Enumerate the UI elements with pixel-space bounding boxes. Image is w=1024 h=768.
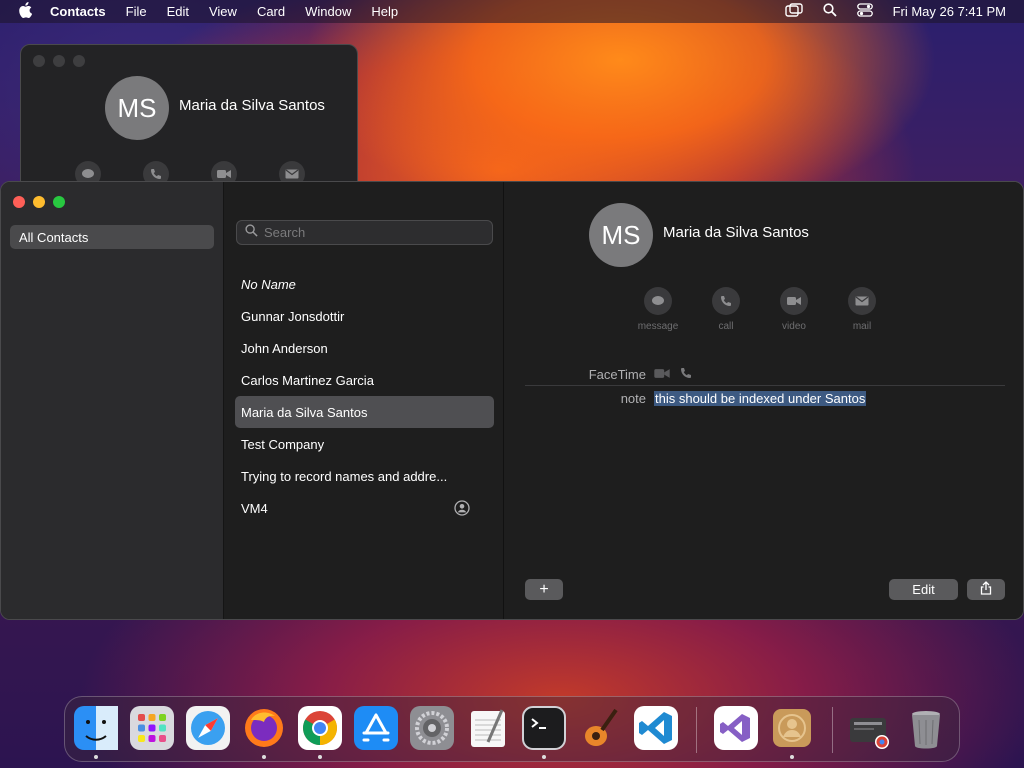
firefox-icon[interactable]: [242, 706, 286, 750]
contact-name: VM4: [241, 500, 268, 516]
finder-icon[interactable]: [74, 706, 118, 750]
note-row: note this should be indexed under Santos: [525, 388, 1005, 408]
menu-edit[interactable]: Edit: [167, 4, 189, 19]
zoom-button[interactable]: [53, 196, 65, 208]
contact-name: Maria da Silva Santos: [179, 97, 325, 114]
facetime-row: FaceTime: [525, 364, 1005, 384]
facetime-video-icon[interactable]: [654, 367, 670, 382]
search-input[interactable]: [264, 225, 474, 240]
window-switcher-icon[interactable]: [784, 3, 803, 20]
control-center-icon[interactable]: [856, 3, 873, 20]
contacts-window: All Contacts No Name Gunnar Jonsdottir J…: [0, 181, 1024, 620]
trash-icon[interactable]: [904, 706, 948, 750]
list-item[interactable]: Carlos Martinez Garcia: [235, 364, 494, 396]
search-icon: [245, 223, 258, 242]
close-button[interactable]: [13, 196, 25, 208]
video-icon: [780, 287, 808, 315]
edit-button[interactable]: Edit: [889, 579, 958, 600]
avatar: MS: [589, 203, 653, 267]
window-controls: [13, 196, 65, 208]
garageband-icon[interactable]: [578, 706, 622, 750]
contact-list-pane: No Name Gunnar Jonsdottir John Anderson …: [225, 182, 504, 619]
avatar: MS: [105, 76, 169, 140]
spotlight-search-icon[interactable]: [822, 3, 837, 20]
me-card-icon: [454, 500, 470, 519]
sidebar-item-all-contacts[interactable]: All Contacts: [10, 225, 214, 249]
video-button[interactable]: video: [771, 287, 817, 332]
chrome-icon[interactable]: [298, 706, 342, 750]
video-label: video: [782, 321, 806, 332]
note-field[interactable]: this should be indexed under Santos: [654, 390, 867, 406]
dock-separator: [696, 707, 697, 753]
zoom-button[interactable]: [73, 55, 85, 67]
sidebar: All Contacts: [1, 182, 224, 619]
running-indicator: [94, 755, 98, 759]
facetime-label: FaceTime: [588, 366, 646, 382]
minimize-button[interactable]: [53, 55, 65, 67]
share-button[interactable]: [967, 579, 1005, 600]
call-button[interactable]: call: [703, 287, 749, 332]
menu-view[interactable]: View: [209, 4, 237, 19]
running-indicator: [542, 755, 546, 759]
facetime-audio-icon[interactable]: [680, 367, 692, 382]
mail-icon: [848, 287, 876, 315]
visual-studio-icon[interactable]: [714, 706, 758, 750]
launchpad-icon[interactable]: [130, 706, 174, 750]
dock-separator: [832, 707, 833, 753]
contacts-app-icon[interactable]: [770, 706, 814, 750]
inactive-window-controls: [33, 55, 85, 67]
list-item-me[interactable]: VM4: [235, 492, 494, 524]
running-indicator: [790, 755, 794, 759]
list-item[interactable]: No Name: [235, 268, 494, 300]
list-item[interactable]: Trying to record names and addre...: [235, 460, 494, 492]
share-icon: [980, 581, 992, 598]
list-item[interactable]: Gunnar Jonsdottir: [235, 300, 494, 332]
system-settings-icon[interactable]: [410, 706, 454, 750]
menu-bar: Contacts File Edit View Card Window Help…: [0, 0, 1024, 23]
add-contact-button[interactable]: +: [525, 579, 563, 600]
contact-name: Maria da Silva Santos: [663, 224, 809, 241]
search-field[interactable]: [236, 220, 493, 245]
running-indicator: [318, 755, 322, 759]
list-item-selected[interactable]: Maria da Silva Santos: [235, 396, 494, 428]
vscode-icon[interactable]: [634, 706, 678, 750]
minimize-button[interactable]: [33, 196, 45, 208]
menubar-clock[interactable]: Fri May 26 7:41 PM: [893, 4, 1006, 19]
terminal-icon[interactable]: [522, 706, 566, 750]
dock: [64, 696, 960, 762]
textedit-icon[interactable]: [466, 706, 510, 750]
contact-action-buttons: message call video mail: [635, 287, 885, 332]
menu-file[interactable]: File: [126, 4, 147, 19]
facetime-actions: [654, 367, 692, 382]
safari-icon[interactable]: [186, 706, 230, 750]
note-label: note: [620, 390, 646, 406]
running-indicator: [262, 755, 266, 759]
menu-app-contacts[interactable]: Contacts: [50, 4, 106, 19]
close-button[interactable]: [33, 55, 45, 67]
message-button[interactable]: message: [635, 287, 681, 332]
mail-button[interactable]: mail: [839, 287, 885, 332]
apple-menu-icon[interactable]: [18, 2, 36, 21]
mail-label: mail: [852, 321, 872, 332]
divider: [525, 385, 1005, 386]
contact-card-window: MS Maria da Silva Santos: [20, 44, 358, 194]
phone-icon: [712, 287, 740, 315]
contact-detail-pane: MS Maria da Silva Santos message call vi…: [505, 182, 1023, 619]
contact-list: No Name Gunnar Jonsdottir John Anderson …: [235, 268, 494, 524]
message-icon: [644, 287, 672, 315]
app-store-icon[interactable]: [354, 706, 398, 750]
list-item[interactable]: John Anderson: [235, 332, 494, 364]
downloads-stack-icon[interactable]: [848, 706, 892, 750]
list-item[interactable]: Test Company: [235, 428, 494, 460]
menu-help[interactable]: Help: [371, 4, 398, 19]
call-label: call: [718, 321, 734, 332]
menu-window[interactable]: Window: [305, 4, 351, 19]
message-label: message: [637, 321, 679, 332]
menu-card[interactable]: Card: [257, 4, 285, 19]
